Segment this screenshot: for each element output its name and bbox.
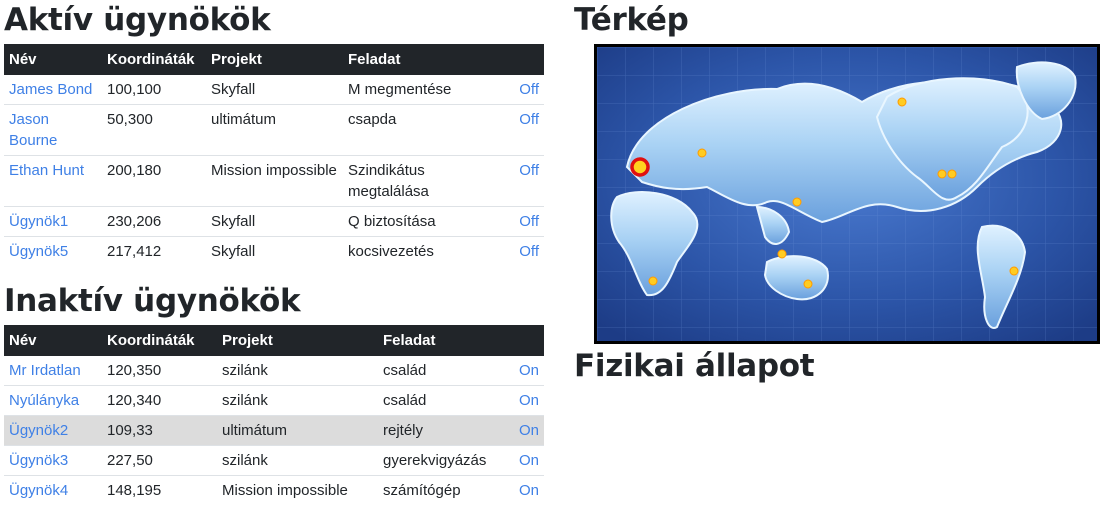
- agent-task: kocsivezetés: [343, 236, 493, 266]
- location-dot[interactable]: [1009, 266, 1019, 276]
- map-heading: Térkép: [574, 2, 689, 38]
- agent-coords: 217,412: [102, 236, 206, 266]
- agent-name-link[interactable]: Ügynök4: [9, 482, 68, 499]
- active-location-marker[interactable]: [630, 157, 650, 177]
- agent-name-link[interactable]: Ügynök2: [9, 422, 68, 439]
- table-row: Ügynök4 148,195 Mission impossible számí…: [4, 475, 544, 505]
- agent-task: Szindikátus megtalálása: [343, 155, 493, 207]
- column-header-name: Név: [4, 44, 102, 75]
- location-dot[interactable]: [937, 169, 947, 179]
- agent-project: ultimátum: [217, 415, 378, 446]
- agent-project: szilánk: [217, 385, 378, 416]
- agent-name-link[interactable]: Ethan Hunt: [9, 162, 84, 179]
- agent-coords: 230,206: [102, 206, 206, 237]
- table-row: James Bond 100,100 Skyfall M megmentése …: [4, 75, 544, 105]
- table-row-hovered: Ügynök2 109,33 ultimátum rejtély On: [4, 415, 544, 446]
- inactive-agents-heading: Inaktív ügynökök: [4, 283, 301, 319]
- column-header-status: [506, 325, 544, 356]
- agent-task: gyerekvigyázás: [378, 445, 506, 476]
- location-dot[interactable]: [648, 276, 658, 286]
- agent-coords: 100,100: [107, 81, 162, 98]
- agent-task: család: [378, 385, 506, 416]
- agent-task: csapda: [343, 104, 493, 156]
- agent-tables: Aktív ügynökök Név Koordináták Projekt F…: [4, 0, 544, 505]
- agent-project: Mission impossible: [217, 475, 378, 505]
- agent-task: rejtély: [378, 415, 506, 446]
- agent-coords: 200,180: [102, 155, 206, 207]
- status-toggle-link[interactable]: On: [519, 422, 539, 439]
- world-map-image: [597, 47, 1097, 341]
- agent-project: szilánk: [222, 362, 268, 379]
- table-row: Ügynök3 227,50 szilánk gyerekvigyázás On: [4, 445, 544, 476]
- physical-status-heading: Fizikai állapot: [574, 348, 815, 384]
- column-header-coords: Koordináták: [102, 44, 206, 75]
- active-agents-table: Név Koordináták Projekt Feladat James Bo…: [4, 44, 544, 266]
- location-dot[interactable]: [803, 279, 813, 289]
- agent-project: szilánk: [217, 445, 378, 476]
- agent-task: Q biztosítása: [343, 206, 493, 237]
- status-toggle-link[interactable]: Off: [519, 213, 539, 230]
- status-toggle-link[interactable]: On: [519, 392, 539, 409]
- agent-project: Skyfall: [206, 236, 343, 266]
- agent-name-link[interactable]: James Bond: [9, 81, 92, 98]
- agent-coords: 120,350: [107, 362, 162, 379]
- column-header-task: Feladat: [378, 325, 506, 356]
- world-map[interactable]: [594, 44, 1100, 344]
- status-toggle-link[interactable]: Off: [519, 81, 539, 98]
- column-header-project: Projekt: [217, 325, 378, 356]
- column-header-status: [493, 44, 544, 75]
- agent-coords: 120,340: [102, 385, 217, 416]
- status-toggle-link[interactable]: On: [519, 452, 539, 469]
- column-header-name: Név: [4, 325, 102, 356]
- agent-name-link[interactable]: Ügynök5: [9, 243, 68, 260]
- table-row: Ethan Hunt 200,180 Mission impossible Sz…: [4, 155, 544, 207]
- status-toggle-link[interactable]: Off: [519, 111, 539, 128]
- agent-task: család: [383, 362, 427, 379]
- agent-project: ultimátum: [206, 104, 343, 156]
- status-toggle-link[interactable]: On: [519, 362, 539, 379]
- table-row: Jason Bourne 50,300 ultimátum csapda Off: [4, 104, 544, 156]
- location-dot[interactable]: [947, 169, 957, 179]
- status-toggle-link[interactable]: Off: [519, 162, 539, 179]
- agent-coords: 227,50: [102, 445, 217, 476]
- agent-name-link[interactable]: Nyúlányka: [9, 392, 79, 409]
- table-row: Ügynök5 217,412 Skyfall kocsivezetés Off: [4, 236, 544, 266]
- table-row: Ügynök1 230,206 Skyfall Q biztosítása Of…: [4, 206, 544, 237]
- status-toggle-link[interactable]: Off: [519, 243, 539, 260]
- map-panel: Térkép Fizikai állapot: [574, 0, 1100, 384]
- agent-project: Mission impossible: [206, 155, 343, 207]
- status-toggle-link[interactable]: On: [519, 482, 539, 499]
- agent-project: Skyfall: [206, 206, 343, 237]
- agent-coords: 50,300: [102, 104, 206, 156]
- table-row: Mr Irdatlan 120,350 szilánk család On: [4, 356, 544, 386]
- table-row: Nyúlányka 120,340 szilánk család On: [4, 385, 544, 416]
- agent-task: számítógép: [378, 475, 506, 505]
- agent-coords: 148,195: [102, 475, 217, 505]
- agent-task: M megmentése: [348, 81, 452, 98]
- agent-coords: 109,33: [102, 415, 217, 446]
- column-header-task: Feladat: [343, 44, 493, 75]
- location-dot[interactable]: [792, 197, 802, 207]
- table-header-row: Név Koordináták Projekt Feladat: [4, 325, 544, 356]
- agent-name-link[interactable]: Jason Bourne: [9, 111, 57, 149]
- location-dot[interactable]: [897, 97, 907, 107]
- location-dot[interactable]: [777, 249, 787, 259]
- agent-name-link[interactable]: Mr Irdatlan: [9, 362, 81, 379]
- agent-name-link[interactable]: Ügynök1: [9, 213, 68, 230]
- table-header-row: Név Koordináták Projekt Feladat: [4, 44, 544, 75]
- agent-name-link[interactable]: Ügynök3: [9, 452, 68, 469]
- active-agents-heading: Aktív ügynökök: [4, 2, 271, 38]
- column-header-project: Projekt: [206, 44, 343, 75]
- column-header-coords: Koordináták: [102, 325, 217, 356]
- location-dot[interactable]: [697, 148, 707, 158]
- agent-project: Skyfall: [211, 81, 256, 98]
- inactive-agents-table: Név Koordináták Projekt Feladat Mr Irdat…: [4, 325, 544, 505]
